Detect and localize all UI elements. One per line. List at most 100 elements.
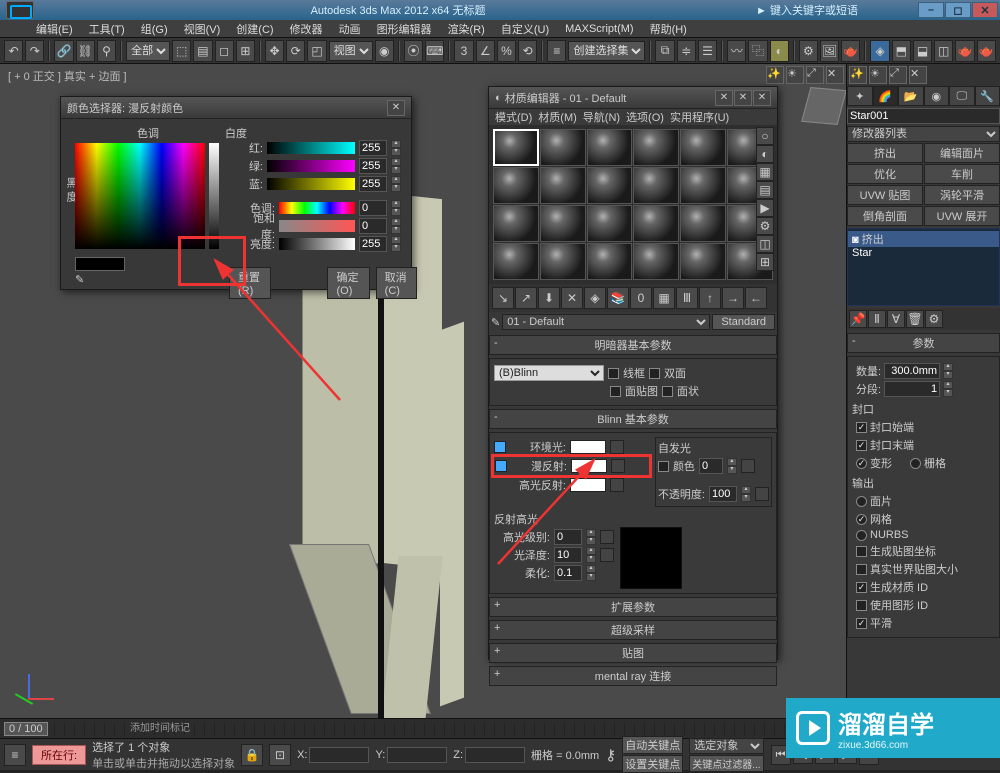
q3-button[interactable]: ⬓	[913, 40, 932, 62]
mat-slot[interactable]	[633, 243, 679, 280]
sample-type-icon[interactable]: ○	[756, 127, 774, 145]
named-selset[interactable]: 创建选择集	[568, 41, 645, 61]
h-slider[interactable]	[279, 202, 355, 214]
btn-bevel[interactable]: 倒角剖面	[847, 206, 923, 226]
vid-icon[interactable]: ▶	[756, 199, 774, 217]
mat-slot[interactable]	[680, 243, 726, 280]
rect-select-button[interactable]: ◻	[215, 40, 234, 62]
ref-coord[interactable]: 视图	[329, 41, 373, 61]
roll-super[interactable]: +超级采样	[489, 620, 777, 640]
y-field[interactable]	[387, 747, 447, 763]
setkey-btn[interactable]: 设置关键点	[622, 755, 683, 773]
snap-button[interactable]: 3	[454, 40, 473, 62]
spec-swatch[interactable]	[570, 478, 606, 492]
keymode-button[interactable]: ⌨	[425, 40, 444, 62]
viewcube[interactable]	[801, 87, 846, 125]
btn-optimize[interactable]: 优化	[847, 164, 923, 184]
soften-field[interactable]	[554, 565, 582, 581]
mat-dlg-title[interactable]: ◐ 材质编辑器 - 01 - Default	[489, 87, 777, 109]
mat-menu-util[interactable]: 实用程序(U)	[670, 109, 729, 125]
object-name-field[interactable]	[847, 108, 1000, 124]
btn-uvwmap[interactable]: UVW 贴图	[847, 185, 923, 205]
btn-lathe[interactable]: 车削	[924, 164, 1000, 184]
bg-icon[interactable]: ▦	[756, 163, 774, 181]
si-map-slot[interactable]	[741, 459, 755, 473]
g-field[interactable]	[359, 158, 387, 174]
sel-icon[interactable]: ◫	[756, 235, 774, 253]
reset-button[interactable]: 重置(R)	[229, 267, 271, 299]
cb-facemap[interactable]	[610, 386, 621, 397]
g-slider[interactable]	[267, 160, 355, 172]
mat-slot[interactable]	[680, 167, 726, 204]
btn-extrude[interactable]: 挤出	[847, 143, 923, 163]
cb-si-color[interactable]	[658, 461, 669, 472]
mirror-button[interactable]: ⧉	[655, 40, 674, 62]
btn-editpatch[interactable]: 编辑面片	[924, 143, 1000, 163]
put-lib-icon[interactable]: 📚	[607, 287, 629, 309]
unlink-button[interactable]: ⛓	[76, 40, 95, 62]
tab-modify[interactable]: 🌈	[873, 86, 899, 106]
menu-modifiers[interactable]: 修改器	[284, 21, 329, 37]
color-dlg-title[interactable]: 颜色选择器: 漫反射颜色	[61, 97, 411, 119]
nsel-edit-button[interactable]: ≡	[547, 40, 566, 62]
opt-icon[interactable]: ⚙	[756, 217, 774, 235]
pick-icon[interactable]: ✎	[491, 316, 500, 329]
rb-morph[interactable]	[856, 458, 867, 469]
q1-button[interactable]: ◈	[870, 40, 889, 62]
cb-wire[interactable]	[608, 368, 619, 379]
tab-create[interactable]: ✦	[847, 86, 873, 106]
mat-slot[interactable]	[493, 167, 539, 204]
mat-slot[interactable]	[540, 167, 586, 204]
roll-shader[interactable]: -明暗器基本参数	[489, 335, 777, 355]
menu-create[interactable]: 创建(C)	[230, 21, 279, 37]
cb-smooth[interactable]	[856, 618, 867, 629]
menu-maxscript[interactable]: MAXScript(M)	[559, 23, 639, 35]
mat-map-icon[interactable]: ⊞	[756, 253, 774, 271]
show-map-icon[interactable]: ▦	[653, 287, 675, 309]
b-field[interactable]	[359, 176, 387, 192]
seg-spinner[interactable]: ▴▾	[943, 381, 953, 397]
new-color-swatch[interactable]	[75, 257, 125, 271]
percent-snap-button[interactable]: %	[497, 40, 516, 62]
q4-button[interactable]: ◫	[934, 40, 953, 62]
mat-menu-mat[interactable]: 材质(M)	[538, 109, 577, 125]
lock-icon[interactable]: 🔒	[241, 744, 263, 766]
modifier-list[interactable]: 修改器列表	[847, 126, 1000, 142]
link-button[interactable]: 🔗	[54, 40, 73, 62]
iso-icon[interactable]: ⊡	[269, 744, 291, 766]
window-crossing-button[interactable]: ⊞	[236, 40, 255, 62]
select-name-button[interactable]: ▤	[193, 40, 212, 62]
roll-blinn[interactable]: -Blinn 基本参数	[489, 409, 777, 429]
vp-close-icon[interactable]: ✕	[826, 66, 844, 84]
make-icon[interactable]: ◈	[584, 287, 606, 309]
shader-select[interactable]: (B)Blinn	[494, 365, 604, 381]
mat-menu-opt[interactable]: 选项(O)	[626, 109, 664, 125]
mat-slot[interactable]	[680, 205, 726, 242]
close-button[interactable]	[972, 2, 998, 18]
h-field[interactable]	[359, 200, 387, 216]
roll-maps[interactable]: +贴图	[489, 643, 777, 663]
lock-diff-icon[interactable]	[495, 460, 507, 472]
put-mat-icon[interactable]: ↗	[515, 287, 537, 309]
teapot-button[interactable]: 🫖	[955, 40, 974, 62]
redo-button[interactable]: ↷	[25, 40, 44, 62]
mat-max[interactable]	[734, 90, 752, 106]
backlight-icon[interactable]: ◐	[756, 145, 774, 163]
align-button[interactable]: ≑	[677, 40, 696, 62]
mat-slot[interactable]	[633, 167, 679, 204]
get-mat-icon[interactable]: ↘	[492, 287, 514, 309]
selection-filter[interactable]: 全部	[126, 41, 170, 61]
speclvl-field[interactable]	[554, 529, 582, 545]
btn-turbo[interactable]: 涡轮平滑	[924, 185, 1000, 205]
z-field[interactable]	[465, 747, 525, 763]
cb-useshape[interactable]	[856, 600, 867, 611]
si-field[interactable]	[699, 458, 723, 474]
wand2-icon[interactable]: ✨	[849, 66, 867, 84]
nav-sib2-icon[interactable]: ←	[745, 287, 767, 309]
schematic-button[interactable]: ⿻	[748, 40, 767, 62]
bind-button[interactable]: ⚲	[97, 40, 116, 62]
menu-edit[interactable]: 编辑(E)	[30, 21, 79, 37]
rb-mesh[interactable]	[856, 514, 867, 525]
viewport-label[interactable]: [ + 0 正交 ] 真实 + 边面 ]	[8, 68, 127, 84]
mat-slot[interactable]	[540, 243, 586, 280]
